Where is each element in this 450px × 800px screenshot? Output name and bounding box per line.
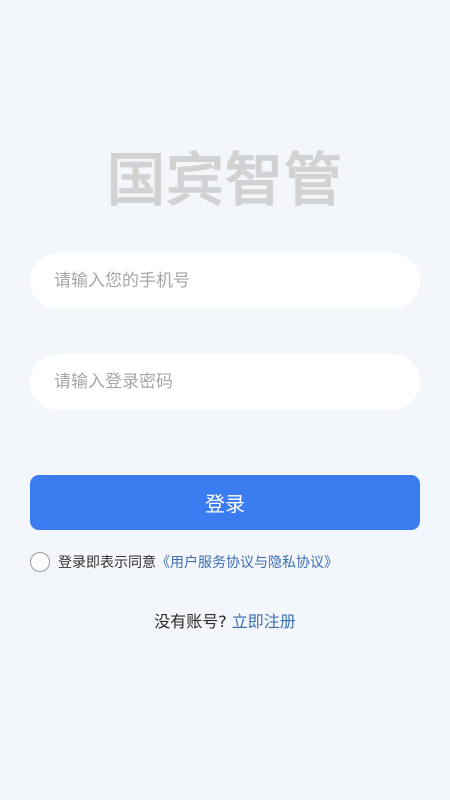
agreement-row: 登录即表示同意 《用户服务协议与隐私协议》 — [30, 550, 338, 574]
password-input[interactable] — [54, 354, 396, 410]
login-screen: 国宾智管 登录 登录即表示同意 《用户服务协议与隐私协议》 没有账号? 立即注册 — [0, 0, 450, 800]
agreement-checkbox[interactable] — [30, 552, 50, 572]
register-row: 没有账号? 立即注册 — [0, 608, 450, 632]
login-button[interactable]: 登录 — [30, 475, 420, 530]
agreement-link[interactable]: 《用户服务协议与隐私协议》 — [156, 552, 338, 572]
app-logo: 国宾智管 — [106, 146, 343, 214]
phone-input[interactable] — [54, 253, 396, 309]
phone-field[interactable] — [30, 253, 420, 309]
password-field[interactable] — [30, 354, 420, 410]
agreement-text: 登录即表示同意 — [58, 555, 156, 571]
register-link[interactable]: 立即注册 — [232, 612, 296, 631]
register-prompt: 没有账号? — [154, 612, 227, 631]
